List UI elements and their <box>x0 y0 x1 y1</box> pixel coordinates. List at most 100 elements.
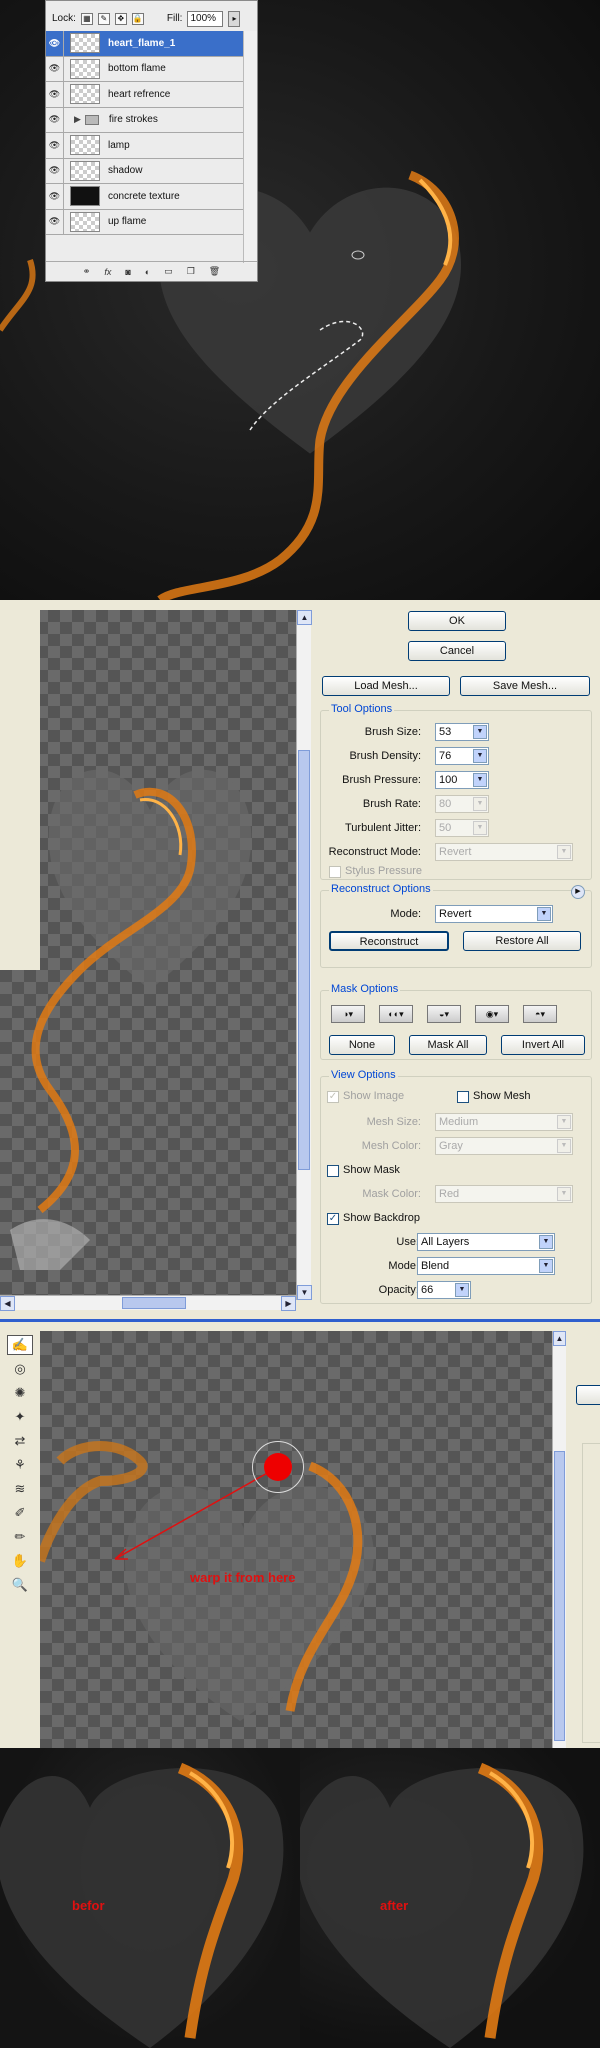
invert-all-button[interactable]: Invert All <box>501 1035 585 1055</box>
reconstruct-mode-select-2[interactable]: Revert ▼ <box>435 905 553 923</box>
eye-icon[interactable]: 👁 <box>46 209 64 234</box>
liquify-canvas-2[interactable]: warp it from here <box>40 1331 552 1748</box>
scroll-down-icon[interactable]: ▼ <box>297 1285 312 1300</box>
brush-size-field[interactable]: 53 ▼ <box>435 723 489 741</box>
fill-input[interactable]: 100% <box>187 10 224 27</box>
zoom-tool-icon[interactable]: 🔍 <box>7 1575 33 1595</box>
chevron-down-icon[interactable]: ▼ <box>473 749 487 763</box>
scroll-right-icon[interactable]: ▶ <box>281 1296 296 1311</box>
show-backdrop-label: Show Backdrop <box>343 1212 421 1224</box>
canvas-horizontal-scrollbar[interactable]: ◀ ▶ <box>0 1295 296 1311</box>
turbulence-tool-icon[interactable]: ≋ <box>7 1479 33 1499</box>
reconstruct-button[interactable]: Reconstruct <box>329 931 449 951</box>
eye-icon[interactable]: 👁 <box>46 133 64 158</box>
backdrop-mode-row: Mode: Blend ▼ <box>321 1257 591 1277</box>
mirror-tool-icon[interactable]: ⚘ <box>7 1455 33 1475</box>
layer-heart-refrence[interactable]: 👁 heart refrence <box>46 82 244 108</box>
adjustment-icon[interactable]: ◐ <box>145 267 150 277</box>
thaw-mask-tool-icon[interactable]: ✏ <box>7 1527 33 1547</box>
mesh-size-row: Mesh Size: Medium ▼ <box>321 1113 591 1133</box>
bloat-tool-icon[interactable]: ✦ <box>7 1407 33 1427</box>
invert-selection-icon[interactable]: ◓▾ <box>523 1005 557 1023</box>
layer-bottom-flame[interactable]: 👁 bottom flame <box>46 56 244 82</box>
opacity-value: 66 <box>421 1284 434 1296</box>
scroll-up-icon[interactable]: ▲ <box>553 1331 566 1346</box>
horizontal-scroll-thumb[interactable] <box>122 1297 186 1309</box>
eye-icon[interactable]: 👁 <box>46 82 64 107</box>
hand-tool-icon[interactable]: ✋ <box>7 1551 33 1571</box>
brush-pressure-field[interactable]: 100 ▼ <box>435 771 489 789</box>
brush-density-field[interactable]: 76 ▼ <box>435 747 489 765</box>
trash-icon[interactable]: 🗑 <box>209 266 220 277</box>
subtract-selection-icon[interactable]: ◒▾ <box>427 1005 461 1023</box>
freeze-mask-tool-icon[interactable]: ✐ <box>7 1503 33 1523</box>
layer-heart-flame-1[interactable]: 👁 heart_flame_1 <box>46 31 244 57</box>
forward-warp-tool-icon[interactable]: ✍ <box>7 1335 33 1355</box>
show-backdrop-checkbox[interactable]: ✓ <box>327 1213 339 1225</box>
scroll-left-icon[interactable]: ◀ <box>0 1296 15 1311</box>
chevron-down-icon[interactable]: ▼ <box>473 725 487 739</box>
intersect-selection-icon[interactable]: ◉▾ <box>475 1005 509 1023</box>
group-box-edge <box>582 1443 600 1743</box>
use-value: All Layers <box>421 1236 470 1248</box>
backdrop-mode-select[interactable]: Blend ▼ <box>417 1257 555 1275</box>
lock-brush-icon[interactable]: ✎ <box>97 12 110 25</box>
lock-transparent-icon[interactable]: ▦ <box>80 12 93 25</box>
chevron-down-icon[interactable]: ▼ <box>455 1283 469 1297</box>
use-select[interactable]: All Layers ▼ <box>417 1233 555 1251</box>
canvas-artwork <box>0 610 252 1270</box>
lock-move-icon[interactable]: ✥ <box>114 12 127 25</box>
layer-fire-strokes[interactable]: 👁 ▶ fire strokes <box>46 107 244 133</box>
brush-pressure-value: 100 <box>439 774 458 786</box>
fill-arrow-icon[interactable]: ▸ <box>228 10 241 27</box>
chevron-down-icon[interactable]: ▼ <box>539 1235 553 1249</box>
opacity-field[interactable]: 66 ▼ <box>417 1281 471 1299</box>
load-mesh-button[interactable]: Load Mesh... <box>322 676 450 696</box>
layer-concrete-texture[interactable]: 👁 concrete texture <box>46 184 244 210</box>
vertical-scroll-thumb-2[interactable] <box>554 1451 565 1741</box>
pucker-tool-icon[interactable]: ✺ <box>7 1383 33 1403</box>
eye-icon[interactable]: 👁 <box>46 158 64 183</box>
new-layer-icon[interactable]: ❐ <box>187 266 195 277</box>
eye-icon[interactable]: 👁 <box>46 184 64 209</box>
mask-icon[interactable]: ◙ <box>125 267 130 277</box>
new-group-icon[interactable]: ▭ <box>164 266 173 277</box>
eye-icon[interactable]: 👁 <box>46 107 64 132</box>
vertical-scroll-thumb[interactable] <box>298 750 310 1170</box>
scroll-up-icon[interactable]: ▲ <box>297 610 312 625</box>
liquify-canvas[interactable] <box>0 610 296 1295</box>
ok-button[interactable]: OK <box>408 611 506 631</box>
layer-up-flame[interactable]: 👁 up flame <box>46 209 244 235</box>
layer-shadow[interactable]: 👁 shadow <box>46 158 244 184</box>
fx-icon[interactable]: fx <box>104 267 111 277</box>
canvas-vertical-scrollbar-2[interactable]: ▲ <box>552 1331 566 1748</box>
eye-icon[interactable]: 👁 <box>46 31 64 56</box>
layers-scrollbar[interactable] <box>243 31 257 263</box>
turbulent-jitter-row: Turbulent Jitter: 50 ▼ <box>321 819 591 839</box>
canvas-vertical-scrollbar[interactable]: ▲ ▼ <box>296 610 312 1300</box>
chevron-down-icon[interactable]: ▼ <box>537 907 551 921</box>
save-mesh-button[interactable]: Save Mesh... <box>460 676 590 696</box>
ok-button-edge[interactable] <box>576 1385 600 1405</box>
chevron-down-icon[interactable]: ▼ <box>473 773 487 787</box>
twirl-tool-icon[interactable]: ◎ <box>7 1359 33 1379</box>
mask-none-button[interactable]: None <box>329 1035 395 1055</box>
push-left-tool-icon[interactable]: ⇄ <box>7 1431 33 1451</box>
restore-all-button[interactable]: Restore All <box>463 931 581 951</box>
chevron-down-icon[interactable]: ▼ <box>539 1259 553 1273</box>
show-mesh-checkbox[interactable] <box>457 1091 469 1103</box>
cancel-button[interactable]: Cancel <box>408 641 506 661</box>
link-icon[interactable]: ⚭ <box>83 266 91 277</box>
options-panel-edge <box>566 1331 600 1748</box>
mask-all-button[interactable]: Mask All <box>409 1035 487 1055</box>
expand-triangle-icon[interactable]: ▶ <box>74 114 81 125</box>
lock-all-icon[interactable]: 🔒 <box>131 12 144 25</box>
eye-icon[interactable]: 👁 <box>46 56 64 81</box>
backdrop-mode-label: Mode: <box>388 1260 419 1272</box>
add-to-selection-icon[interactable]: ◐◐▾ <box>379 1005 413 1023</box>
show-mask-checkbox[interactable] <box>327 1165 339 1177</box>
before-artwork <box>0 1762 284 2048</box>
layer-lamp[interactable]: 👁 lamp <box>46 133 244 159</box>
expand-icon[interactable]: ▶ <box>571 885 585 899</box>
replace-selection-icon[interactable]: ◑▾ <box>331 1005 365 1023</box>
